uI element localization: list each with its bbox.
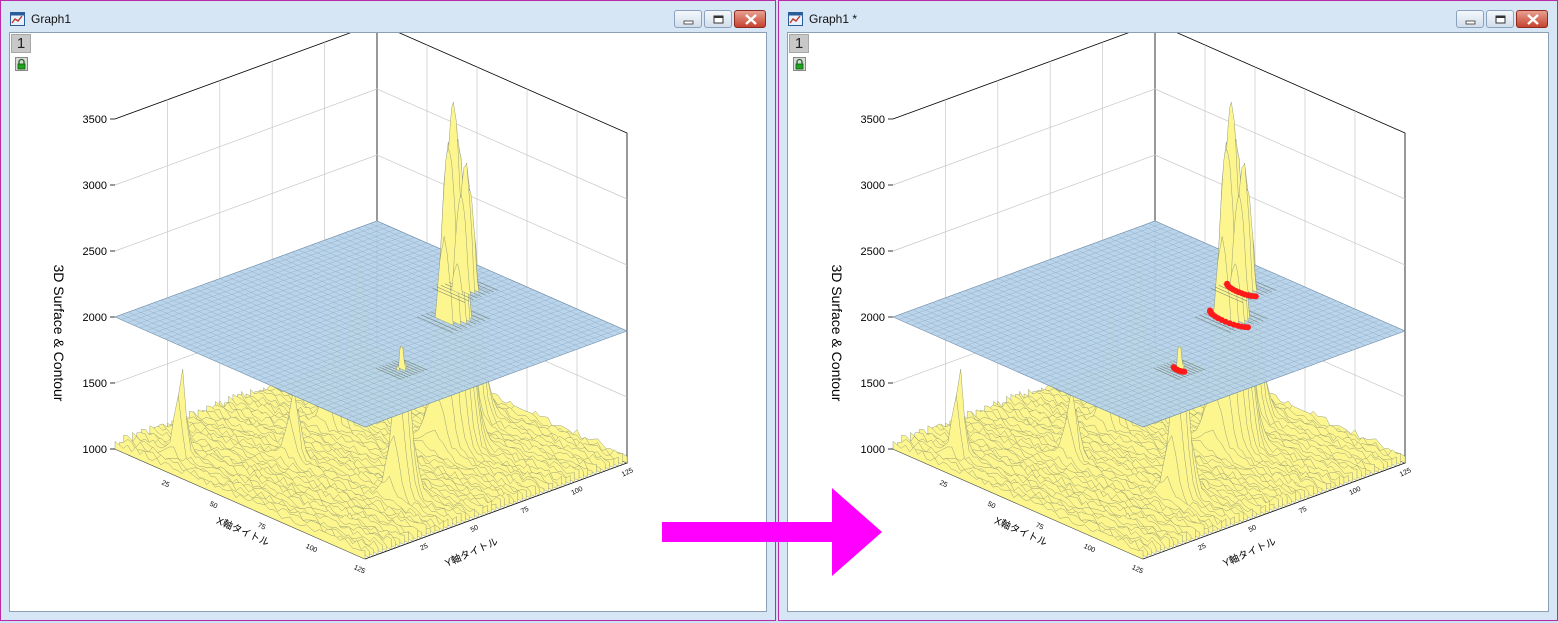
y-tick-label: 75	[1298, 506, 1308, 516]
z-axis-title: 3D Surface & Contour	[829, 265, 845, 402]
graph-icon	[10, 12, 25, 26]
y-tick-label: 100	[1348, 486, 1362, 497]
z-tick-label: 1000	[861, 444, 885, 456]
3d-surface-plot[interactable]: 3500 3000 2500 2000 1500 1000 3D Surface & Con…	[10, 33, 768, 613]
z-tick-label: 1500	[83, 378, 107, 390]
y-tick-label: 25	[1197, 543, 1207, 553]
z-tick-label: 2500	[861, 246, 885, 258]
x-tick-label: 50	[986, 501, 996, 511]
y-axis-title: Y軸タイトル	[443, 535, 500, 570]
restore-icon	[713, 15, 724, 24]
window-title: Graph1	[31, 12, 72, 26]
x-tick-label: 100	[304, 543, 318, 554]
minimize-button[interactable]	[1456, 10, 1484, 28]
z-axis-title: 3D Surface & Contour	[51, 265, 67, 402]
x-tick-label: 75	[256, 522, 266, 532]
window-title: Graph1 *	[809, 12, 858, 26]
y-tick-label: 125	[1399, 467, 1413, 478]
restore-button[interactable]	[704, 10, 732, 28]
grid-line	[892, 88, 1406, 200]
close-icon	[1527, 14, 1539, 25]
y-tick-label: 25	[419, 543, 429, 553]
z-tick-label: 3000	[861, 180, 885, 192]
y-tick-label: 75	[520, 506, 530, 516]
contour-marker	[1170, 364, 1177, 371]
graph-canvas[interactable]: 1 3500 3000 2500 2000 1500 1000 3D Surface & C…	[787, 32, 1549, 612]
x-tick-label: 50	[208, 501, 218, 511]
minimize-button[interactable]	[674, 10, 702, 28]
x-tick-label: 125	[1131, 564, 1145, 575]
x-tick-label: 75	[1034, 522, 1044, 532]
graph-window-right[interactable]: Graph1 * 1 3500 3000 2500 2000 1500 1000 3D Su…	[778, 0, 1558, 621]
z-tick-label: 1000	[83, 444, 107, 456]
contour-plane	[892, 220, 1406, 428]
title-bar[interactable]: Graph1 *	[779, 1, 1557, 29]
z-tick-label: 3500	[83, 114, 107, 126]
contour-marker	[1207, 307, 1213, 314]
minimize-icon	[683, 20, 694, 25]
title-bar[interactable]: Graph1	[1, 1, 775, 29]
restore-button[interactable]	[1486, 10, 1514, 28]
contour-marker	[1224, 280, 1231, 287]
graph-canvas[interactable]: 1 3500 3000 2500 2000 1500 1000 3D Surface & C…	[9, 32, 767, 612]
restore-icon	[1495, 15, 1506, 24]
y-tick-label: 50	[470, 524, 480, 534]
z-tick-label: 3500	[861, 114, 885, 126]
close-button[interactable]	[734, 10, 766, 28]
z-tick-label: 3000	[83, 180, 107, 192]
close-icon	[745, 14, 757, 25]
y-axis-title: Y軸タイトル	[1221, 535, 1278, 570]
minimize-icon	[1465, 20, 1476, 25]
z-tick-label: 2500	[83, 246, 107, 258]
contour-plane	[114, 220, 628, 428]
x-tick-label: 100	[1082, 543, 1096, 554]
graph-icon	[788, 12, 803, 26]
y-tick-label: 100	[570, 486, 584, 497]
y-tick-label: 125	[621, 467, 635, 478]
grid-line	[114, 88, 628, 200]
right-arrow-icon	[662, 488, 882, 576]
z-tick-label: 2000	[83, 312, 107, 324]
x-tick-label: 25	[160, 480, 170, 490]
z-tick-label: 2000	[861, 312, 885, 324]
x-tick-label: 125	[353, 564, 367, 575]
y-tick-label: 50	[1248, 524, 1258, 534]
3d-surface-plot[interactable]: 3500 3000 2500 2000 1500 1000 3D Surface & Con…	[788, 33, 1550, 613]
close-button[interactable]	[1516, 10, 1548, 28]
x-tick-label: 25	[938, 480, 948, 490]
z-tick-label: 1500	[861, 378, 885, 390]
